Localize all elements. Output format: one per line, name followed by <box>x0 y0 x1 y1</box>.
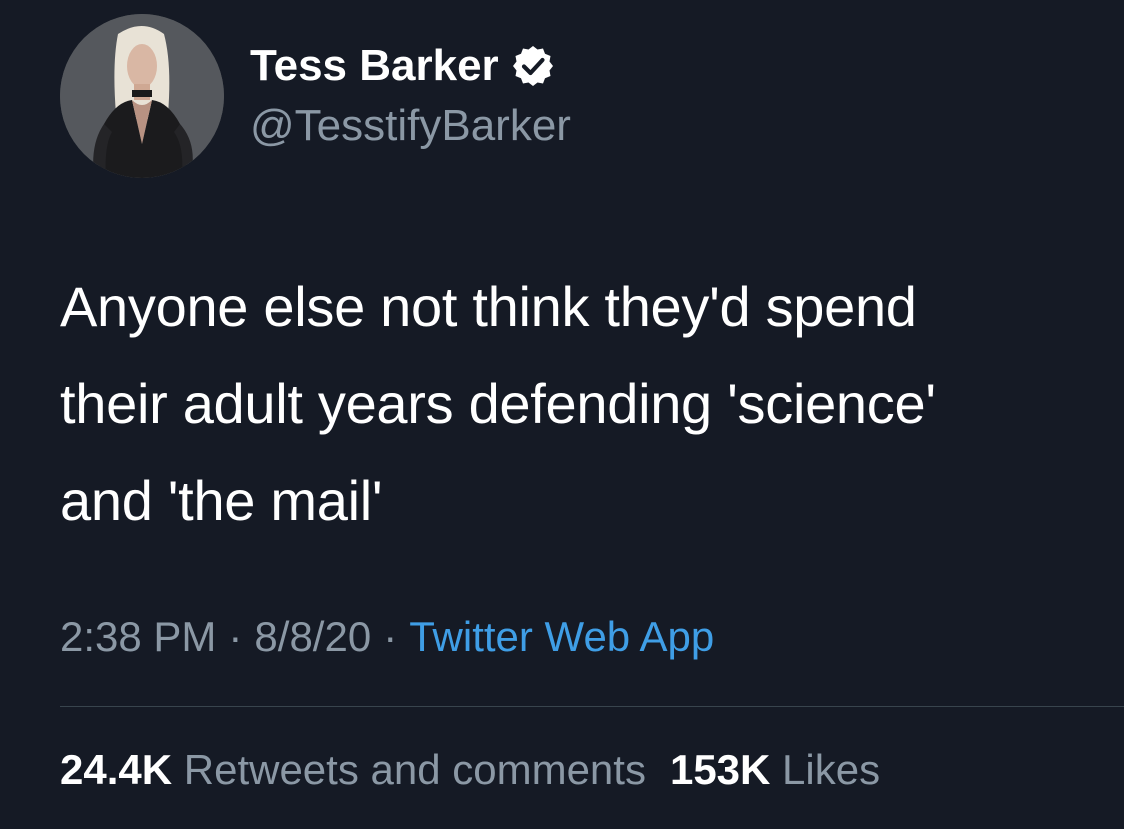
retweets-label: Retweets and comments <box>183 746 646 793</box>
author-handle[interactable]: @TesstifyBarker <box>250 100 571 152</box>
retweets-stat[interactable]: 24.4K Retweets and comments <box>60 746 646 793</box>
author-name[interactable]: Tess Barker <box>250 40 555 92</box>
tweet-card: Tess Barker @TesstifyBarker Anyone else … <box>0 0 1124 829</box>
tweet-text-line: Anyone else not think they'd spend <box>60 275 917 338</box>
tweet-meta: 2:38 PM · 8/8/20 · Twitter Web App <box>60 612 714 662</box>
verified-badge-icon <box>511 44 555 88</box>
likes-count: 153K <box>669 746 771 793</box>
tweet-time[interactable]: 2:38 PM <box>60 613 216 660</box>
tweet-source-link[interactable]: Twitter Web App <box>409 613 714 660</box>
retweets-count: 24.4K <box>60 746 173 793</box>
tweet-stats: 24.4K Retweets and comments 153K Likes <box>60 745 880 795</box>
meta-separator: · <box>383 613 398 660</box>
tweet-text-line: their adult years defending 'science' <box>60 372 936 435</box>
likes-label: Likes <box>782 746 881 793</box>
profile-photo <box>60 14 224 178</box>
avatar[interactable] <box>60 14 224 178</box>
tweet-text-line: and 'the mail' <box>60 469 383 532</box>
tweet-text: Anyone else not think they'd spend their… <box>60 258 1100 549</box>
likes-stat[interactable]: 153K Likes <box>670 746 880 793</box>
tweet-date[interactable]: 8/8/20 <box>254 613 371 660</box>
divider <box>60 706 1124 707</box>
author-name-text: Tess Barker <box>250 41 499 90</box>
meta-separator: · <box>228 613 243 660</box>
